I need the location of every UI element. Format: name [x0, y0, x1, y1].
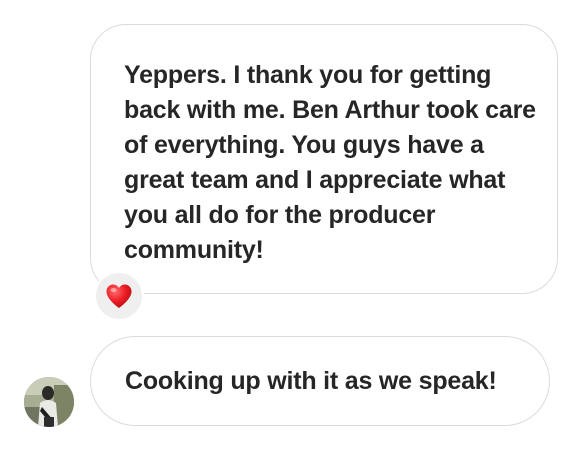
message-bubble[interactable]: Yeppers. I thank you for getting back wi… — [90, 24, 558, 294]
message-text: Cooking up with it as we speak! — [125, 366, 497, 395]
message-reaction[interactable] — [94, 271, 144, 321]
heart-icon — [106, 284, 132, 308]
avatar[interactable] — [24, 377, 74, 427]
profile-photo — [24, 377, 74, 427]
message-bubble[interactable]: Cooking up with it as we speak! — [90, 336, 550, 426]
message-text: Yeppers. I thank you for getting back wi… — [124, 61, 536, 264]
